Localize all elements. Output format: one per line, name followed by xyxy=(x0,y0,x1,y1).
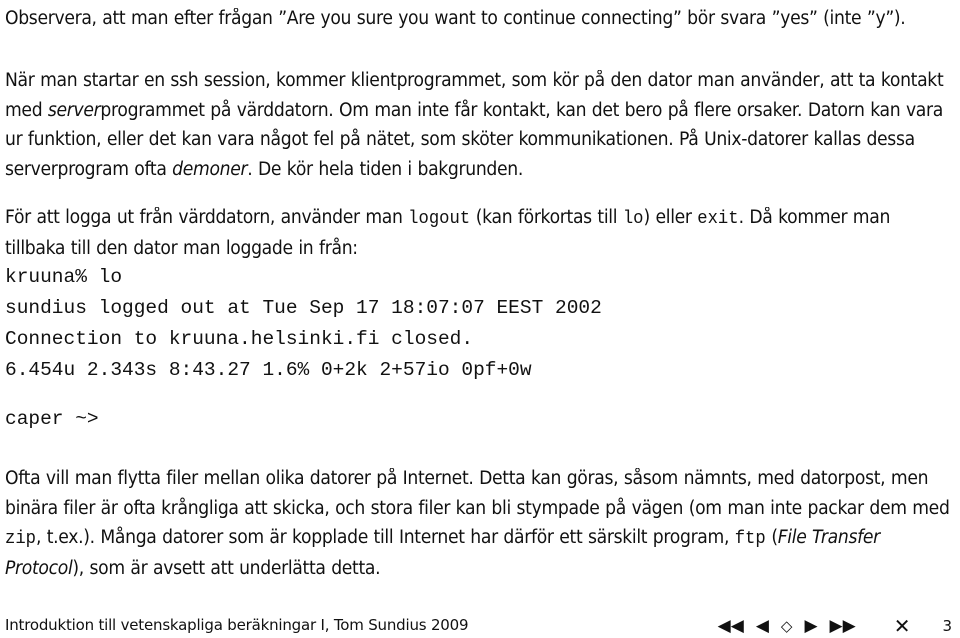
code-logout: logout xyxy=(408,208,471,229)
paragraph-text: Ofta vill man flytta filer mellan olika … xyxy=(5,468,950,519)
code-ftp: ftp xyxy=(734,528,766,549)
paragraph-logout: För att logga ut från värddatorn, använd… xyxy=(5,203,954,263)
paragraph-text: För att logga ut från värddatorn, använd… xyxy=(5,207,409,228)
terminal-output: kruuna% lo sundius logged out at Tue Sep… xyxy=(5,262,602,386)
paragraph-ssh-session: När man startar en ssh session, kommer k… xyxy=(5,66,954,184)
terminal-line: kruuna% lo xyxy=(5,266,123,288)
emphasis-demoner: demoner xyxy=(172,158,248,180)
paragraph-text: . De kör hela tiden i bakgrunden. xyxy=(247,158,524,180)
last-slide-icon[interactable]: ▶▶ xyxy=(830,615,856,637)
paragraph-ssh-confirm: Observera, att man efter frågan ”Are you… xyxy=(5,4,954,34)
first-slide-icon[interactable]: ◀◀ xyxy=(718,615,744,637)
emphasis-server: server xyxy=(47,99,101,121)
terminal-line: sundius logged out at Tue Sep 17 18:07:0… xyxy=(5,297,602,319)
terminal-line: Connection to kruuna.helsinki.fi closed. xyxy=(5,328,474,350)
footer-title: Introduktion till vetenskapliga beräknin… xyxy=(5,616,469,634)
code-zip: zip xyxy=(5,528,36,549)
slide-footer: Introduktion till vetenskapliga beräknin… xyxy=(5,614,952,638)
slide-navigation: ◀◀ ◀ ◇ ▶ ▶▶ ✕ 3 xyxy=(718,614,952,638)
code-exit: exit xyxy=(697,208,739,229)
paragraph-text: ( xyxy=(765,527,778,548)
paragraph-text: Observera, att man efter frågan ”Are you… xyxy=(5,8,906,29)
paragraph-text: (kan förkortas till xyxy=(470,207,623,228)
paragraph-file-transfer: Ofta vill man flytta filer mellan olika … xyxy=(5,464,954,583)
terminal-prompt: caper ~> xyxy=(5,408,99,430)
code-lo: lo xyxy=(622,208,644,229)
close-icon[interactable]: ✕ xyxy=(894,614,911,638)
paragraph-text: ), som är avsett att underlätta detta. xyxy=(72,557,381,579)
terminal-line: 6.454u 2.343s 8:43.27 1.6% 0+2k 2+57io 0… xyxy=(5,359,532,381)
home-diamond-icon[interactable]: ◇ xyxy=(781,615,793,637)
previous-slide-icon[interactable]: ◀ xyxy=(756,615,769,637)
paragraph-text: , t.ex.). Många datorer som är kopplade … xyxy=(35,527,735,548)
next-slide-icon[interactable]: ▶ xyxy=(804,615,817,637)
page-number: 3 xyxy=(942,617,952,635)
paragraph-text: ) eller xyxy=(643,207,698,228)
